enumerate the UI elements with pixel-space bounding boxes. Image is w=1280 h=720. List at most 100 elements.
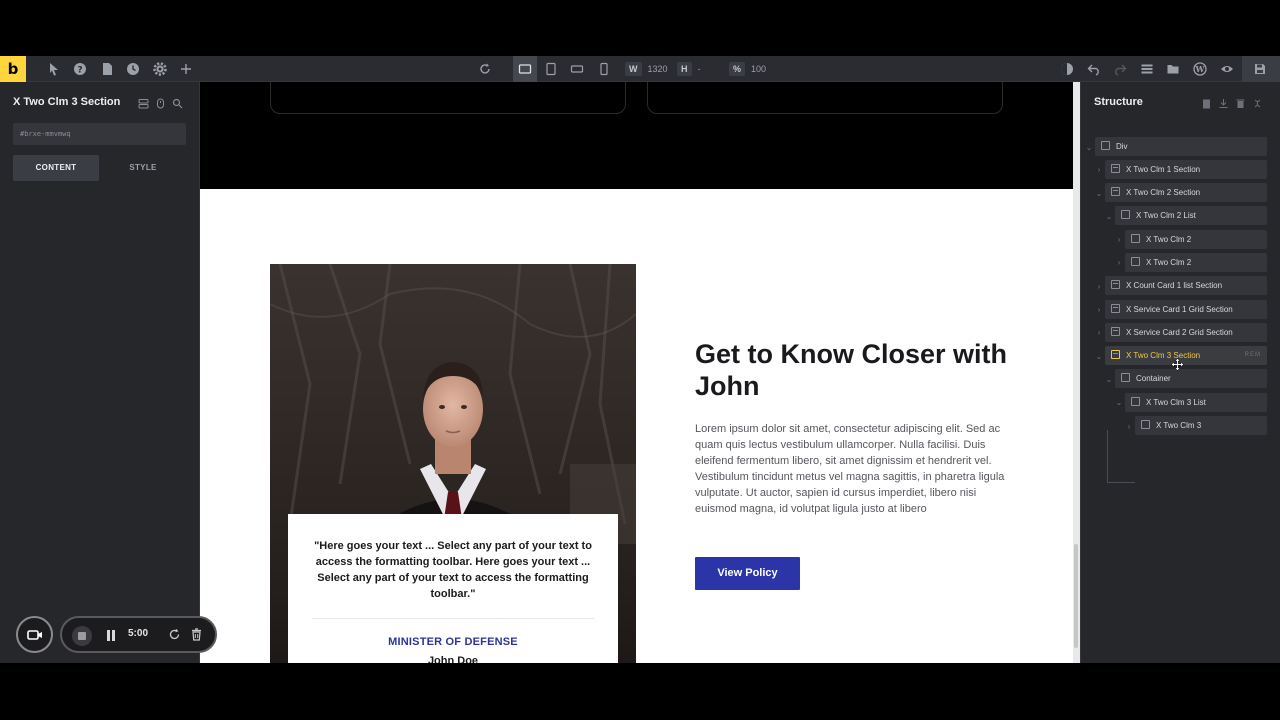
row-actions[interactable]: REM xyxy=(1245,346,1261,365)
zoom-value[interactable]: 100 xyxy=(751,64,766,74)
height-label: H xyxy=(677,62,692,76)
person-name: John Doe xyxy=(427,655,479,663)
tree-item-label: X Two Clm 2 xyxy=(1146,258,1192,267)
tree-item[interactable]: X Two Clm 3 List xyxy=(1125,393,1267,412)
zoom-control[interactable]: % 100 xyxy=(729,62,766,76)
copy-icon[interactable] xyxy=(155,96,166,109)
desktop-icon[interactable] xyxy=(518,62,532,76)
structure-title: Structure xyxy=(1094,96,1143,108)
divider xyxy=(312,618,594,619)
redo-icon[interactable] xyxy=(1113,62,1127,76)
chevron-down-icon[interactable]: ⌄ xyxy=(1105,213,1113,221)
mobile-portrait-icon[interactable] xyxy=(597,62,611,76)
view-policy-button[interactable]: View Policy xyxy=(695,557,800,590)
dark-card xyxy=(647,82,1003,114)
chevron-right-icon[interactable]: › xyxy=(1095,283,1103,291)
tree-item[interactable]: X Two Clm 1 Section xyxy=(1105,160,1267,179)
chevron-down-icon[interactable]: ⌄ xyxy=(1105,376,1113,384)
download-icon[interactable] xyxy=(1218,96,1229,108)
wordpress-icon[interactable]: W xyxy=(1193,62,1207,76)
recording-timer: 5:00 xyxy=(128,628,149,639)
canvas-scrollbar-thumb[interactable] xyxy=(1074,544,1078,648)
section-paragraph[interactable]: Lorem ipsum dolor sit amet, consectetur … xyxy=(695,421,1005,517)
folder-icon[interactable] xyxy=(1166,62,1180,76)
video-camera-icon xyxy=(26,629,42,640)
pause-icon[interactable] xyxy=(106,630,116,642)
tab-style[interactable]: STYLE xyxy=(100,155,186,181)
previous-section xyxy=(200,82,1073,189)
trash-icon[interactable] xyxy=(1235,96,1246,108)
chevron-right-icon[interactable]: › xyxy=(1095,329,1103,337)
tree-item-label: Container xyxy=(1136,374,1171,383)
height-control[interactable]: H - xyxy=(677,62,701,76)
builder-frame: b ? W 1320 H - % 100 W X Two Clm 3 Secti… xyxy=(0,56,1280,663)
help-icon[interactable]: ? xyxy=(73,62,87,76)
tab-content[interactable]: CONTENT xyxy=(13,155,99,181)
tree-guide xyxy=(1107,430,1108,482)
history-icon[interactable] xyxy=(126,62,140,76)
chevron-down-icon[interactable]: ⌄ xyxy=(1115,399,1123,407)
recording-controls: 5:00 xyxy=(60,616,217,653)
svg-text:?: ? xyxy=(77,66,82,76)
tree-item[interactable]: X Count Card 1 list Section xyxy=(1105,276,1267,295)
app-logo[interactable]: b xyxy=(0,56,26,82)
settings-gear-icon[interactable] xyxy=(153,62,167,76)
tree-item-selected[interactable]: X Two Clm 3 Section REM xyxy=(1105,346,1267,365)
clipboard-icon[interactable] xyxy=(1201,96,1212,109)
chevron-down-icon[interactable]: ⌄ xyxy=(1085,144,1093,152)
pages-icon[interactable] xyxy=(100,62,114,76)
restart-icon[interactable] xyxy=(168,628,181,641)
width-control[interactable]: W 1320 xyxy=(625,62,668,76)
theme-icon[interactable] xyxy=(1060,62,1074,76)
section-icon xyxy=(1111,280,1120,289)
tree-item[interactable]: X Two Clm 2 List xyxy=(1115,206,1267,225)
save-icon[interactable] xyxy=(1253,62,1267,76)
tree-item[interactable]: X Service Card 1 Grid Section xyxy=(1105,300,1267,319)
collapse-icon[interactable] xyxy=(1252,96,1263,108)
camera-toggle-button[interactable] xyxy=(16,616,53,653)
mobile-landscape-icon[interactable] xyxy=(570,62,584,76)
svg-text:W: W xyxy=(1195,64,1206,74)
height-value[interactable]: - xyxy=(698,64,701,74)
delete-recording-icon[interactable] xyxy=(190,628,203,641)
tree-item[interactable]: X Two Clm 3 xyxy=(1135,416,1267,435)
cursor-icon[interactable] xyxy=(47,62,61,76)
tree-item-label: X Two Clm 2 List xyxy=(1136,211,1196,220)
chevron-right-icon[interactable]: › xyxy=(1115,259,1123,267)
chevron-right-icon[interactable]: › xyxy=(1095,306,1103,314)
tree-item[interactable]: Container xyxy=(1115,369,1267,388)
section-icon xyxy=(1111,350,1120,359)
element-id-field[interactable]: #brxe-mmvmwq xyxy=(13,123,186,145)
chevron-down-icon[interactable]: ⌄ xyxy=(1095,190,1103,198)
undo-icon[interactable] xyxy=(1087,62,1101,76)
layers-icon[interactable] xyxy=(1140,62,1154,76)
search-icon[interactable] xyxy=(172,96,183,109)
tree-item-label: X Two Clm 2 Section xyxy=(1126,188,1201,197)
width-value[interactable]: 1320 xyxy=(648,64,668,74)
chevron-right-icon[interactable]: › xyxy=(1125,423,1133,431)
chevron-right-icon[interactable]: › xyxy=(1095,166,1103,174)
tree-item[interactable]: X Two Clm 2 xyxy=(1125,253,1267,272)
chevron-right-icon[interactable]: › xyxy=(1115,236,1123,244)
element-panel: X Two Clm 3 Section #brxe-mmvmwq CONTENT… xyxy=(0,82,200,663)
toggle-icon[interactable] xyxy=(138,96,149,109)
section-icon xyxy=(1111,327,1120,336)
tree-item[interactable]: X Two Clm 2 xyxy=(1125,230,1267,249)
chevron-down-icon[interactable]: ⌄ xyxy=(1095,353,1103,361)
testimonial-card[interactable]: "Here goes your text ... Select any part… xyxy=(288,514,618,663)
reload-icon[interactable] xyxy=(478,62,492,76)
tree-item-label: X Two Clm 2 xyxy=(1146,235,1192,244)
block-icon xyxy=(1131,397,1140,406)
preview-eye-icon[interactable] xyxy=(1220,62,1234,76)
stop-recording-button[interactable] xyxy=(72,626,92,646)
zoom-label: % xyxy=(729,62,746,76)
tablet-portrait-icon[interactable] xyxy=(544,62,558,76)
tree-item[interactable]: Div xyxy=(1095,137,1267,156)
add-icon[interactable] xyxy=(179,62,193,76)
tree-guide xyxy=(1107,482,1135,483)
tree-item[interactable]: X Service Card 2 Grid Section xyxy=(1105,323,1267,342)
tree-item[interactable]: X Two Clm 2 Section xyxy=(1105,183,1267,202)
page-canvas[interactable]: "Here goes your text ... Select any part… xyxy=(200,82,1073,663)
section-icon xyxy=(1111,164,1120,173)
section-heading[interactable]: Get to Know Closer with John xyxy=(695,338,1015,402)
